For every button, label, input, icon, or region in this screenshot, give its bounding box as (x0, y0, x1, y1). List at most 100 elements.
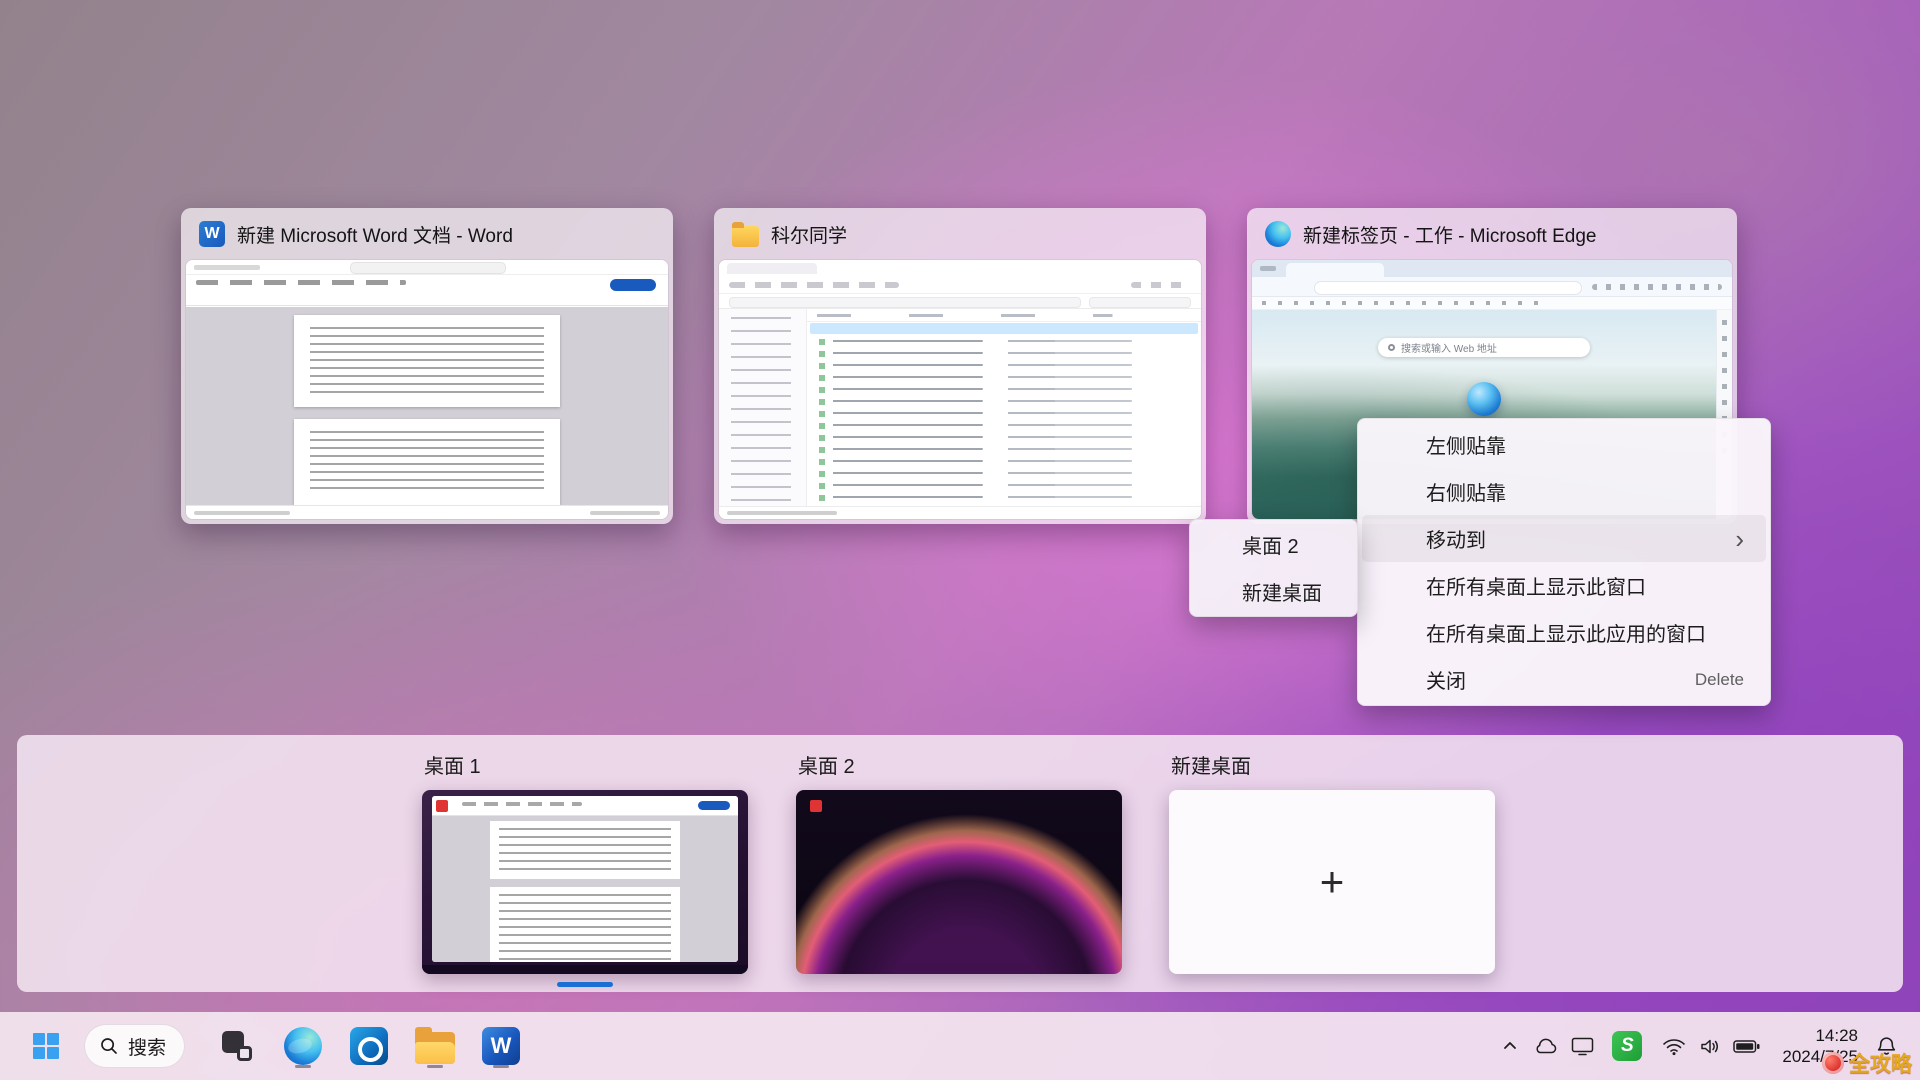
onedrive-tray-button[interactable] (1528, 1025, 1564, 1067)
window-card-word[interactable]: W 新建 Microsoft Word 文档 - Word (181, 208, 673, 524)
word-statusbar-skeleton (186, 505, 668, 519)
word-icon: W (482, 1027, 520, 1065)
folder-icon (732, 226, 759, 247)
word-page-2 (294, 419, 559, 505)
task-view-button[interactable] (213, 1022, 261, 1070)
window-header-word: W 新建 Microsoft Word 文档 - Word (181, 208, 673, 260)
sogou-input-icon[interactable]: S (1612, 1031, 1642, 1061)
word-document-area (186, 307, 668, 505)
explorer-nav-pane-skeleton (719, 309, 807, 506)
mini-ribbon-skeleton (432, 796, 738, 816)
windows-logo-icon (33, 1033, 59, 1059)
red-app-badge (810, 800, 822, 812)
explorer-selected-row (810, 323, 1198, 334)
running-indicator (493, 1065, 509, 1068)
mini-page-1 (490, 821, 680, 879)
search-label: 搜索 (128, 1033, 166, 1060)
taskbar-app-icons: W (213, 1022, 525, 1070)
edge-taskbar-button[interactable] (279, 1022, 327, 1070)
watermark-text: 全攻略 (1849, 1048, 1912, 1078)
menu-item-snap-left[interactable]: 左侧贴靠 (1362, 421, 1766, 468)
search-icon (99, 1036, 119, 1056)
word-page-1 (294, 315, 559, 407)
word-window-preview[interactable] (186, 260, 668, 519)
edge-search-box: 搜索或输入 Web 地址 (1378, 338, 1590, 357)
mini-document-area (432, 816, 738, 962)
edge-tabstrip-skeleton (1252, 260, 1732, 277)
task-view-icon (222, 1031, 252, 1061)
menu-item-move-to[interactable]: 移动到 › (1362, 515, 1766, 562)
plus-icon: + (1320, 861, 1345, 903)
taskbar-search[interactable]: 搜索 (84, 1024, 185, 1068)
explorer-command-bar-skeleton (719, 276, 1201, 294)
new-desktop-label: 新建桌面 (1171, 750, 1251, 779)
window-title-explorer: 科尔同学 (771, 221, 847, 248)
edge-search-placeholder: 搜索或输入 Web 地址 (1401, 340, 1497, 355)
edge-icon (284, 1027, 322, 1065)
outlook-icon (350, 1027, 388, 1065)
submenu-item-label: 桌面 2 (1242, 530, 1299, 559)
taskbar-left-cluster: 搜索 W (22, 1012, 525, 1080)
explorer-file-list (807, 309, 1201, 506)
window-header-edge: 新建标签页 - 工作 - Microsoft Edge (1247, 208, 1737, 260)
explorer-column-headers-skeleton (807, 309, 1201, 322)
red-app-badge (436, 800, 448, 812)
task-view-screen: W 新建 Microsoft Word 文档 - Word 科尔同学 (0, 0, 1920, 1080)
text-lines-skeleton (310, 431, 543, 493)
active-desktop-indicator (557, 982, 613, 987)
running-indicator (295, 1065, 311, 1068)
edge-icon (1265, 221, 1291, 247)
edge-sphere-logo (1467, 382, 1501, 416)
cast-display-icon (1571, 1036, 1594, 1056)
cast-tray-button[interactable] (1564, 1025, 1600, 1067)
show-hidden-icons-button[interactable] (1492, 1025, 1528, 1067)
menu-item-show-app-windows-all-desktops[interactable]: 在所有桌面上显示此应用的窗口 (1362, 609, 1766, 656)
clock-time: 14:28 (1782, 1025, 1858, 1046)
text-lines-skeleton (499, 894, 671, 960)
submenu-item-label: 新建桌面 (1242, 577, 1322, 606)
menu-item-snap-right[interactable]: 右侧贴靠 (1362, 468, 1766, 515)
chevron-up-icon (1500, 1036, 1520, 1056)
desktop-2-label: 桌面 2 (798, 750, 855, 779)
battery-icon (1728, 1025, 1764, 1067)
word-taskbar-button[interactable]: W (477, 1022, 525, 1070)
outlook-taskbar-button[interactable] (345, 1022, 393, 1070)
watermark-logo-icon (1822, 1052, 1844, 1074)
submenu-item-desktop-2[interactable]: 桌面 2 (1194, 521, 1353, 568)
word-titlebar-skeleton (186, 260, 668, 275)
move-to-submenu: 桌面 2 新建桌面 (1189, 519, 1358, 617)
submenu-item-new-desktop[interactable]: 新建桌面 (1194, 568, 1353, 615)
desktop-2-thumbnail[interactable] (796, 790, 1122, 974)
menu-item-shortcut: Delete (1695, 670, 1744, 690)
network-volume-battery-button[interactable] (1654, 1025, 1766, 1067)
window-context-menu: 左侧贴靠 右侧贴靠 移动到 › 在所有桌面上显示此窗口 在所有桌面上显示此应用的… (1357, 418, 1771, 706)
onedrive-cloud-icon (1533, 1037, 1559, 1056)
window-title-edge: 新建标签页 - 工作 - Microsoft Edge (1303, 221, 1597, 248)
word-ribbon-skeleton (186, 275, 668, 306)
start-button[interactable] (22, 1022, 70, 1070)
menu-item-label: 左侧贴靠 (1426, 430, 1506, 459)
wifi-icon (1656, 1025, 1692, 1067)
menu-item-label: 关闭 (1426, 665, 1466, 694)
desktop-1-word-window (432, 796, 738, 962)
word-icon: W (199, 221, 225, 247)
text-lines-skeleton (310, 327, 543, 395)
menu-item-show-window-all-desktops[interactable]: 在所有桌面上显示此窗口 (1362, 562, 1766, 609)
window-card-explorer[interactable]: 科尔同学 (714, 208, 1206, 524)
window-header-explorer: 科尔同学 (714, 208, 1206, 260)
explorer-window-preview[interactable] (719, 260, 1201, 519)
menu-item-close[interactable]: 关闭 Delete (1362, 656, 1766, 703)
explorer-tab-bar-skeleton (719, 260, 1201, 276)
desktop-1-thumbnail[interactable] (422, 790, 748, 974)
watermark: 全攻略 (1822, 1048, 1912, 1078)
taskbar: 搜索 W (0, 1012, 1920, 1080)
menu-item-label: 在所有桌面上显示此窗口 (1426, 571, 1646, 600)
new-desktop-button[interactable]: + (1169, 790, 1495, 974)
edge-bookmarks-bar-skeleton (1252, 297, 1732, 310)
menu-item-label: 移动到 (1426, 524, 1486, 553)
volume-icon (1692, 1025, 1728, 1067)
running-indicator (427, 1065, 443, 1068)
explorer-rows-skeleton (807, 336, 1201, 506)
mini-taskbar (422, 965, 748, 974)
file-explorer-taskbar-button[interactable] (411, 1022, 459, 1070)
